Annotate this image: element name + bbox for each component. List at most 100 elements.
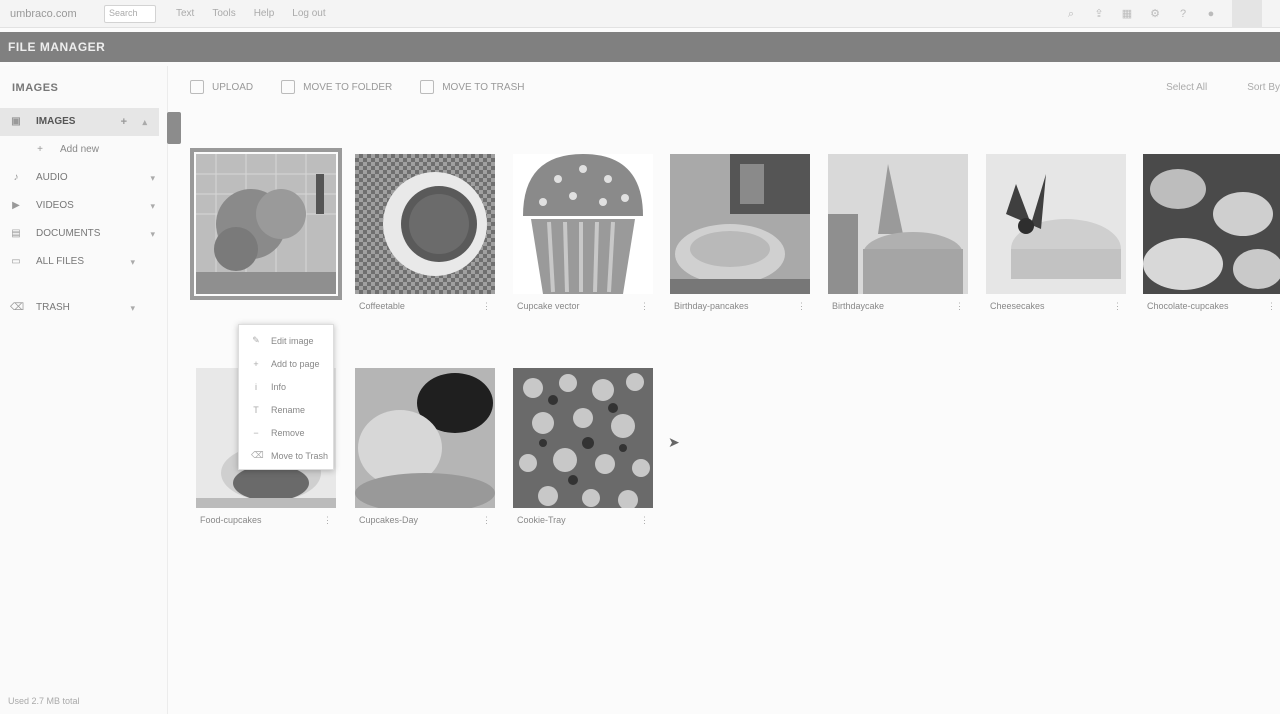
user-icon[interactable]: ● [1204, 8, 1218, 20]
sidebar-item-add-new[interactable]: + Add new [0, 136, 167, 164]
image-tile[interactable]: Cupcake vector ⋮ [513, 154, 653, 318]
help-icon[interactable]: ? [1176, 8, 1190, 20]
menu-item-add-to-page[interactable]: + Add to page [239, 352, 333, 375]
image-tile[interactable]: Birthday-pancakes ⋮ [670, 154, 810, 318]
image-thumbnail[interactable] [355, 368, 495, 508]
site-name[interactable]: umbraco.com [10, 8, 100, 20]
toolbar: UPLOAD MOVE TO FOLDER MOVE TO TRASH Sele… [190, 74, 1280, 100]
menu-item-help[interactable]: Help [254, 8, 275, 19]
chevron-down-icon[interactable]: ▾ [130, 294, 135, 322]
music-icon: ♪ [13, 172, 19, 183]
move-label: MOVE TO FOLDER [303, 81, 393, 93]
move-to-folder-button[interactable]: MOVE TO FOLDER [281, 80, 392, 94]
grid-icon[interactable]: ▦ [1120, 8, 1134, 20]
menu-item-tools[interactable]: Tools [212, 8, 235, 19]
menu-item-logout[interactable]: Log out [292, 8, 325, 19]
chevron-down-icon[interactable]: ▾ [150, 164, 155, 192]
tile-caption: Coffeetable ⋮ [355, 294, 495, 318]
search-icon[interactable]: ⌕ [1064, 8, 1078, 20]
image-tile[interactable]: Coffeetable ⋮ [355, 154, 495, 318]
sidebar-item-label: AUDIO [36, 172, 68, 183]
add-icon[interactable]: + [121, 108, 127, 136]
cupcakes-image [1143, 154, 1280, 294]
image-name: Birthday-pancakes [674, 301, 749, 311]
more-icon[interactable]: ⋮ [797, 301, 806, 312]
add-page-icon: + [253, 358, 259, 369]
avatar[interactable] [1232, 0, 1262, 28]
more-icon[interactable]: ⋮ [1267, 301, 1276, 312]
menu-item-info[interactable]: i Info [239, 375, 333, 398]
more-icon[interactable]: ⋮ [640, 515, 649, 526]
sidebar-scrollbar[interactable] [167, 112, 181, 144]
trash-label: MOVE TO TRASH [442, 81, 525, 93]
image-thumbnail[interactable] [986, 154, 1126, 294]
tile-caption: Cupcake vector ⋮ [513, 294, 653, 318]
chevron-down-icon[interactable]: ▾ [130, 248, 135, 276]
more-icon[interactable]: ⋮ [955, 301, 964, 312]
folder-icon: ▭ [11, 256, 21, 267]
sidebar-item-videos[interactable]: ▶ VIDEOS ▾ [0, 192, 167, 220]
image-tile[interactable]: Cookie-Tray ⋮ [513, 368, 653, 532]
page-title: FILE MANAGER [0, 32, 1280, 62]
top-right-icons: ⌕ ⇪ ▦ ⚙ ? ● [1050, 0, 1280, 28]
image-tile[interactable]: Birthdaycake ⋮ [828, 154, 968, 318]
info-icon: i [255, 381, 257, 392]
more-icon[interactable]: ⋮ [482, 301, 491, 312]
share-icon[interactable]: ⇪ [1092, 8, 1106, 20]
image-thumbnail[interactable] [513, 368, 653, 508]
sidebar: IMAGES ▣ IMAGES + ▴ + Add new ♪ AUDIO ▾ … [0, 66, 168, 714]
sidebar-header: IMAGES [12, 82, 59, 94]
image-thumbnail[interactable] [828, 154, 968, 294]
upload-icon [190, 80, 204, 94]
tile-caption: Cheesecakes ⋮ [986, 294, 1126, 318]
select-all-button[interactable]: Select All [1166, 82, 1207, 93]
menu-item-remove[interactable]: − Remove [239, 421, 333, 444]
sidebar-item-all-files[interactable]: ▭ ALL FILES ▾ [0, 248, 167, 276]
image-name: Chocolate-cupcakes [1147, 301, 1229, 311]
image-thumbnail[interactable] [190, 148, 342, 300]
menu-item-text[interactable]: Text [176, 8, 194, 19]
sidebar-item-audio[interactable]: ♪ AUDIO ▾ [0, 164, 167, 192]
menu-item-move-to-trash[interactable]: ⌫ Move to Trash [239, 444, 333, 467]
sidebar-item-label: VIDEOS [36, 200, 74, 211]
sidebar-item-documents[interactable]: ▤ DOCUMENTS ▾ [0, 220, 167, 248]
menu-item-edit-image[interactable]: ✎ Edit image [239, 329, 333, 352]
plus-icon: + [37, 144, 43, 155]
tile-caption: Chocolate-cupcakes ⋮ [1143, 294, 1280, 318]
cupcake-image [523, 154, 643, 294]
chevron-up-icon[interactable]: ▴ [142, 108, 147, 136]
more-icon[interactable]: ⋮ [640, 301, 649, 312]
rename-icon: T [253, 404, 259, 415]
image-tile[interactable]: Cupcakes-Day ⋮ [355, 368, 495, 532]
upload-button[interactable]: UPLOAD [190, 80, 253, 94]
sidebar-item-label: DOCUMENTS [36, 228, 101, 239]
image-tile[interactable] [190, 148, 342, 300]
toolbar-right: Select All Sort By [1126, 82, 1280, 93]
image-thumbnail[interactable] [355, 154, 495, 294]
sidebar-item-trash[interactable]: ⌫ TRASH ▾ [0, 294, 167, 322]
image-tile[interactable]: Chocolate-cupcakes ⋮ [1143, 154, 1280, 318]
sort-button[interactable]: Sort By [1247, 82, 1280, 93]
chevron-down-icon[interactable]: ▾ [150, 192, 155, 220]
image-thumbnail[interactable] [1143, 154, 1280, 294]
tile-caption: Birthday-pancakes ⋮ [670, 294, 810, 318]
storage-usage: Used 2.7 MB total [8, 696, 80, 706]
top-menu: Text Tools Help Log out [176, 8, 344, 19]
menu-item-rename[interactable]: T Rename [239, 398, 333, 421]
coffee-image [355, 154, 495, 294]
sidebar-item-images[interactable]: ▣ IMAGES + ▴ [0, 108, 159, 136]
cookies-image [513, 368, 653, 508]
settings-icon[interactable]: ⚙ [1148, 8, 1162, 20]
more-icon[interactable]: ⋮ [323, 515, 332, 526]
sidebar-item-label: IMAGES [36, 116, 76, 127]
image-tile[interactable]: Cheesecakes ⋮ [986, 154, 1126, 318]
context-menu: ✎ Edit image + Add to page i Info T Rena… [238, 324, 334, 470]
top-search-input[interactable]: Search [104, 4, 156, 23]
cake-image [828, 154, 968, 294]
chevron-down-icon[interactable]: ▾ [150, 220, 155, 248]
more-icon[interactable]: ⋮ [482, 515, 491, 526]
image-thumbnail[interactable] [670, 154, 810, 294]
image-thumbnail[interactable] [513, 154, 653, 294]
more-icon[interactable]: ⋮ [1113, 301, 1122, 312]
move-to-trash-button[interactable]: MOVE TO TRASH [420, 80, 524, 94]
